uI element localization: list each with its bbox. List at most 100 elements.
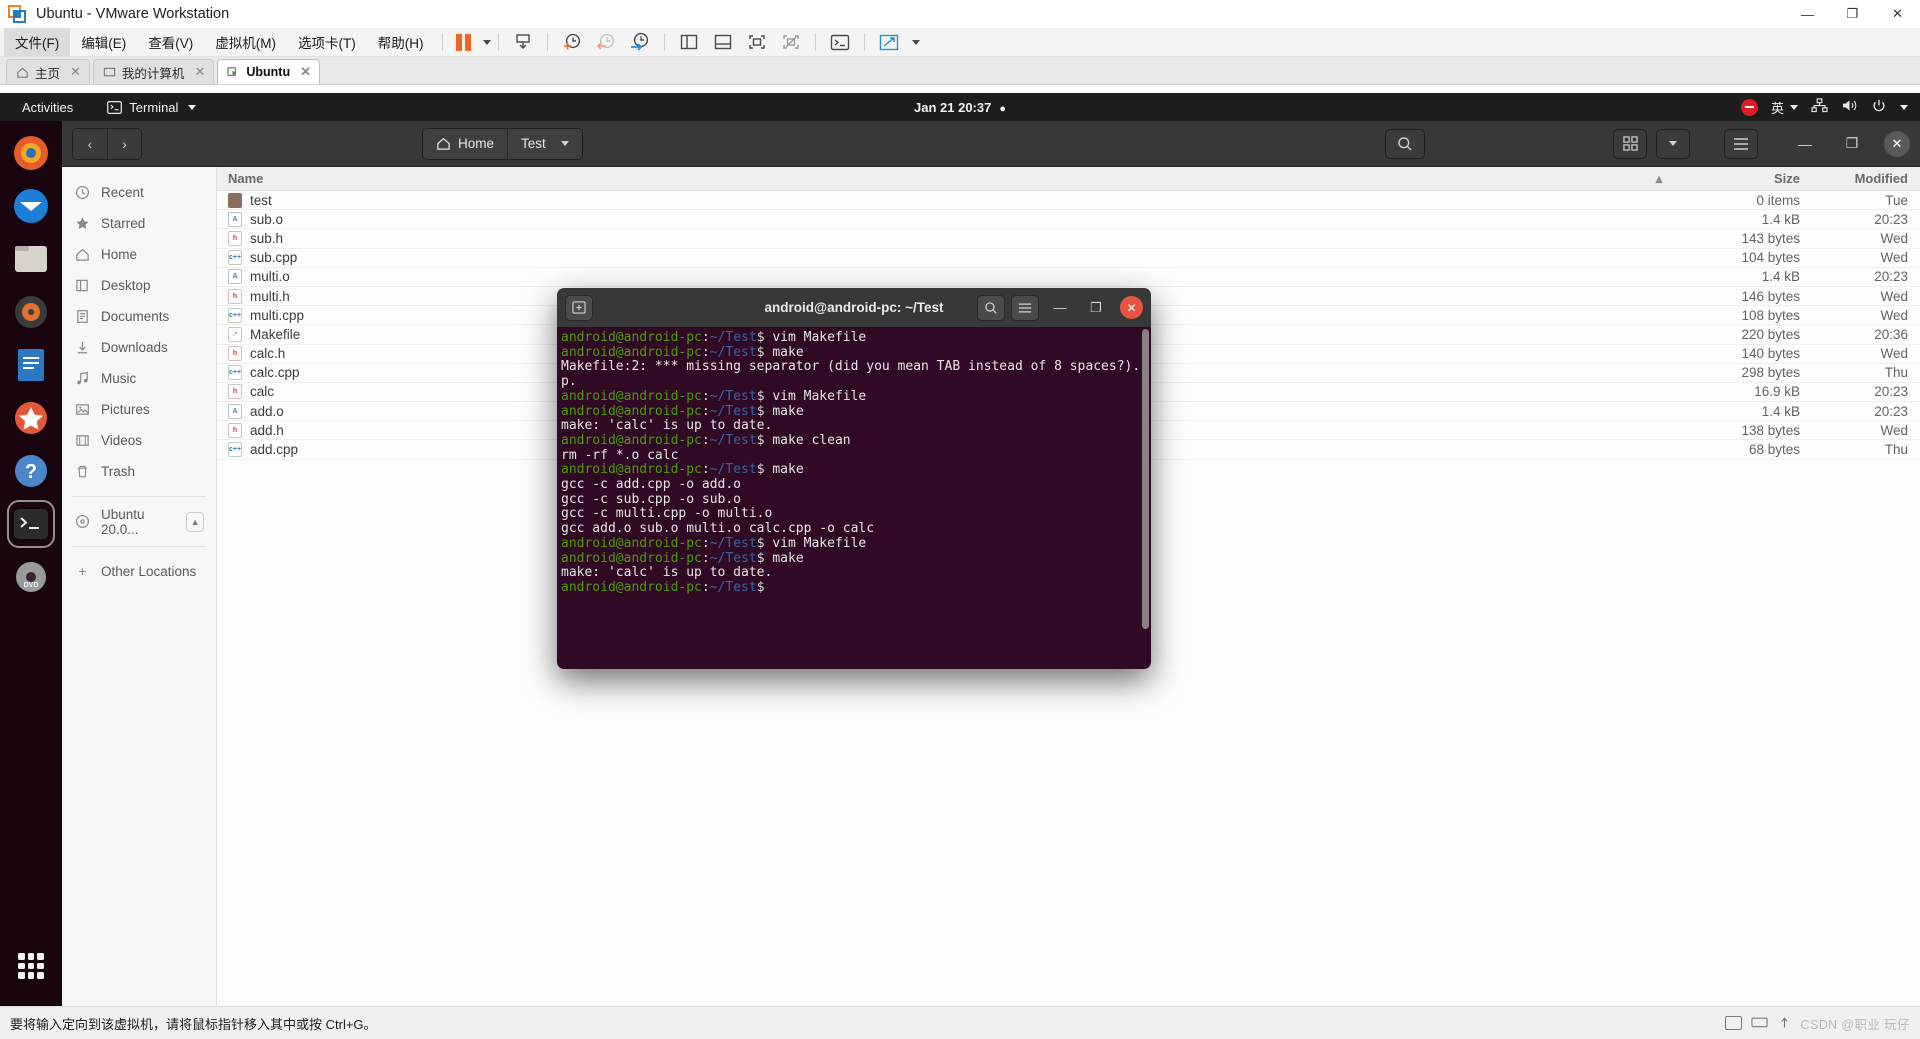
menu-tabs[interactable]: 选项卡(T) bbox=[287, 27, 367, 57]
new-tab-button[interactable] bbox=[565, 294, 593, 321]
system-menu-chevron-down-icon[interactable] bbox=[1900, 104, 1908, 110]
dock-item-dvd-drive[interactable]: DVD bbox=[9, 555, 53, 599]
minimize-button[interactable]: — bbox=[1785, 0, 1830, 28]
file-modified-cell: Wed bbox=[1880, 288, 1908, 304]
usb-icon[interactable] bbox=[1777, 1015, 1792, 1032]
dock-item-help[interactable]: ? bbox=[9, 449, 53, 493]
sidebar-item-recent[interactable]: Recent bbox=[62, 177, 216, 208]
show-applications-button[interactable] bbox=[9, 944, 53, 988]
grid-view-button[interactable] bbox=[1613, 128, 1647, 159]
column-name[interactable]: Name bbox=[217, 171, 1638, 186]
dock-item-terminal[interactable] bbox=[7, 500, 55, 548]
snapshot-manager-button[interactable] bbox=[623, 29, 657, 55]
forward-button[interactable]: › bbox=[107, 128, 141, 159]
menu-file[interactable]: 文件(F) bbox=[4, 27, 71, 57]
dock-item-files[interactable] bbox=[9, 237, 53, 281]
nautilus-maximize-button[interactable]: ❐ bbox=[1833, 128, 1871, 160]
dock-item-libreoffice-writer[interactable] bbox=[9, 343, 53, 387]
send-ctrl-alt-del-button[interactable] bbox=[506, 29, 540, 55]
sidebar-item-ubuntu-disc[interactable]: Ubuntu 20.0... ▲ bbox=[62, 506, 216, 537]
pictures-icon bbox=[74, 401, 91, 418]
stretch-expand-arrows-icon[interactable] bbox=[872, 29, 906, 55]
sort-asc-icon[interactable]: ▴ bbox=[1638, 171, 1680, 187]
file-name-label: add.o bbox=[250, 403, 284, 419]
tab-home[interactable]: 主页 ✕ bbox=[6, 59, 90, 84]
display-icon[interactable] bbox=[1724, 1016, 1742, 1030]
dock-item-ubuntu-software[interactable] bbox=[9, 396, 53, 440]
app-menu-terminal[interactable]: Terminal bbox=[107, 100, 197, 115]
menu-vm[interactable]: 虚拟机(M) bbox=[204, 27, 287, 57]
column-modified[interactable]: Modified bbox=[1800, 171, 1920, 186]
sidebar-item-desktop[interactable]: Desktop bbox=[62, 270, 216, 301]
hamburger-icon bbox=[1018, 303, 1032, 312]
terminal-menu-button[interactable] bbox=[1011, 294, 1039, 321]
power-dropdown-chevron-down-icon[interactable] bbox=[482, 39, 491, 45]
terminal-output[interactable]: android@android-pc:~/Test$ vim Makefile a… bbox=[557, 327, 1151, 669]
column-size[interactable]: Size bbox=[1680, 171, 1800, 186]
sidebar-item-other-locations[interactable]: + Other Locations bbox=[62, 556, 216, 587]
take-snapshot-button[interactable] bbox=[555, 29, 589, 55]
dock-item-firefox[interactable] bbox=[9, 131, 53, 175]
table-row[interactable]: c++ sub.cpp 104 bytes Wed bbox=[217, 249, 1920, 268]
activities-button[interactable]: Activities bbox=[12, 100, 83, 115]
close-button[interactable]: ✕ bbox=[1875, 0, 1920, 28]
stretch-dropdown-chevron-down-icon[interactable] bbox=[911, 39, 920, 45]
maximize-button[interactable]: ❐ bbox=[1830, 0, 1875, 28]
breadcrumb-home[interactable]: Home bbox=[423, 128, 508, 159]
hamburger-menu-button[interactable] bbox=[1724, 128, 1758, 159]
tab-my-computer[interactable]: 我的计算机 ✕ bbox=[92, 59, 215, 84]
dock-item-rhythmbox[interactable] bbox=[9, 290, 53, 334]
table-row[interactable]: Asub.o 1.4 kB 20:23 bbox=[217, 210, 1920, 230]
sidebar-item-videos[interactable]: Videos bbox=[62, 425, 216, 456]
sidebar-item-pictures[interactable]: Pictures bbox=[62, 394, 216, 425]
tab-ubuntu-close-icon[interactable]: ✕ bbox=[300, 64, 311, 80]
show-bottom-panel-button[interactable] bbox=[706, 29, 740, 55]
menu-edit[interactable]: 编辑(E) bbox=[70, 27, 137, 57]
terminal-output-line: p. bbox=[561, 374, 577, 390]
tab-ubuntu[interactable]: Ubuntu ✕ bbox=[217, 59, 320, 84]
terminal-search-button[interactable] bbox=[977, 294, 1005, 321]
view-options-button[interactable] bbox=[1656, 128, 1690, 159]
suspend-button[interactable] bbox=[450, 33, 477, 51]
search-button[interactable] bbox=[1385, 128, 1425, 159]
terminal-prompt-line: android@android-pc:~/Test$ make bbox=[561, 403, 804, 419]
file-modified-cell: Thu bbox=[1884, 365, 1908, 381]
table-row[interactable]: test 0 items Tue bbox=[217, 191, 1920, 211]
revert-snapshot-button[interactable] bbox=[589, 29, 623, 55]
menu-view[interactable]: 查看(V) bbox=[137, 27, 204, 57]
fullscreen-button[interactable] bbox=[740, 29, 774, 55]
show-sidebar-button[interactable] bbox=[672, 29, 706, 55]
terminal-maximize-button[interactable]: ❐ bbox=[1081, 295, 1111, 321]
sidebar-item-home[interactable]: Home bbox=[62, 239, 216, 270]
nautilus-close-button[interactable]: ✕ bbox=[1884, 130, 1910, 157]
power-icon[interactable] bbox=[1871, 98, 1887, 116]
sidebar-item-documents[interactable]: Documents bbox=[62, 301, 216, 332]
nautilus-minimize-button[interactable]: — bbox=[1786, 128, 1824, 160]
nav-buttons: ‹ › bbox=[72, 127, 142, 160]
menu-help[interactable]: 帮助(H) bbox=[367, 27, 435, 57]
table-row[interactable]: h sub.h 143 bytes Wed bbox=[217, 229, 1920, 249]
sidebar-item-music[interactable]: Music bbox=[62, 363, 216, 394]
clock[interactable]: Jan 21 20:37 ● bbox=[0, 100, 1920, 115]
file-name-label: multi.h bbox=[250, 288, 290, 304]
breadcrumb-test[interactable]: Test bbox=[507, 128, 582, 159]
tab-my-computer-close-icon[interactable]: ✕ bbox=[194, 64, 205, 80]
network-icon[interactable] bbox=[1750, 1015, 1768, 1032]
console-terminal-icon[interactable] bbox=[823, 29, 857, 55]
input-method-indicator[interactable]: 英 bbox=[1771, 98, 1798, 117]
recording-indicator-icon[interactable] bbox=[1740, 98, 1758, 116]
table-row[interactable]: Amulti.o 1.4 kB 20:23 bbox=[217, 268, 1920, 287]
sidebar-item-starred[interactable]: Starred bbox=[62, 208, 216, 239]
volume-icon[interactable] bbox=[1841, 98, 1858, 116]
tab-home-close-icon[interactable]: ✕ bbox=[70, 64, 81, 80]
network-wired-icon[interactable] bbox=[1811, 98, 1828, 116]
sidebar-item-downloads[interactable]: Downloads bbox=[62, 332, 216, 363]
terminal-minimize-button[interactable]: — bbox=[1045, 295, 1075, 321]
eject-button[interactable]: ▲ bbox=[186, 511, 204, 532]
dock-item-thunderbird[interactable] bbox=[9, 184, 53, 228]
sidebar-item-trash[interactable]: Trash bbox=[62, 456, 216, 487]
terminal-scrollbar[interactable] bbox=[1142, 329, 1149, 667]
back-button[interactable]: ‹ bbox=[73, 128, 107, 159]
terminal-close-button[interactable]: ✕ bbox=[1120, 296, 1143, 319]
unity-mode-button[interactable] bbox=[774, 29, 808, 55]
